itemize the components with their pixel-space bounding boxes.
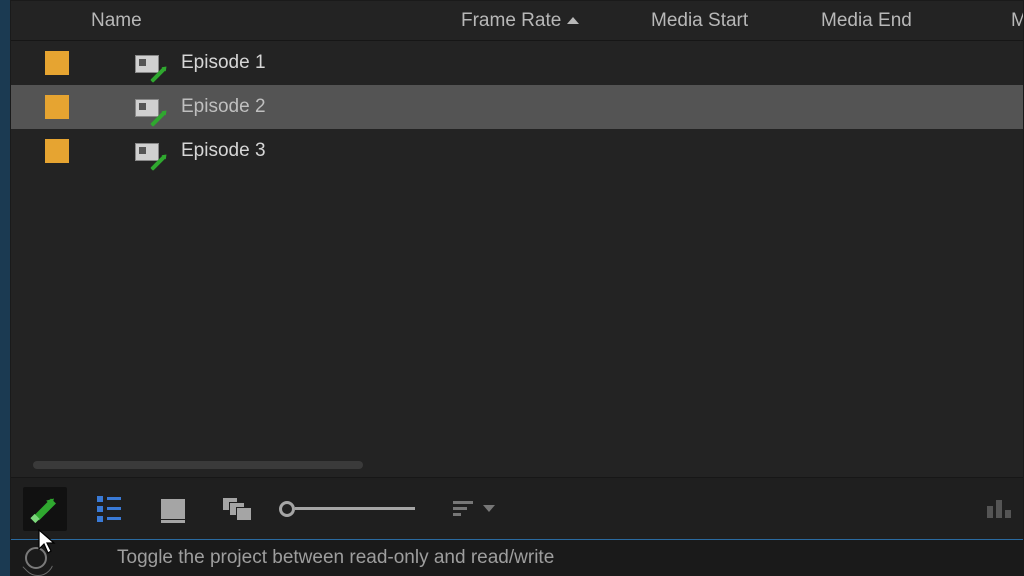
row-name-text: Episode 1 [181,52,266,74]
column-header-name-label: Name [91,10,142,31]
column-header-media-start-label: Media Start [651,10,748,31]
column-header-framerate[interactable]: Frame Rate [451,10,641,32]
column-header-media-end[interactable]: Media End [811,10,1001,32]
project-row[interactable]: Episode 3 [11,129,1023,173]
sort-menu-button[interactable] [435,501,495,516]
column-header-media-end-label: Media End [821,10,912,31]
row-name-text: Episode 3 [181,140,266,162]
column-header-next-label: Me [1011,10,1023,31]
sort-icon [453,501,473,516]
row-label-color [11,139,81,163]
row-name-cell: Episode 2 [81,96,451,118]
status-bar: Toggle the project between read-only and… [11,539,1023,575]
chevron-down-icon [483,505,495,512]
row-name-cell: Episode 1 [81,52,451,74]
toggle-read-write-button[interactable] [23,487,67,531]
label-swatch-icon [45,51,69,75]
project-row[interactable]: Episode 2 [11,85,1023,129]
project-row[interactable]: Episode 1 [11,41,1023,85]
sequence-icon [135,140,163,162]
status-tooltip-text: Toggle the project between read-only and… [117,547,554,569]
row-name-cell: Episode 3 [81,140,451,162]
list-view-button[interactable] [87,487,131,531]
row-label-color [11,95,81,119]
creative-cloud-icon[interactable] [25,547,47,569]
project-toolbar [11,477,1023,539]
column-header-name[interactable]: Name [81,10,451,32]
pencil-icon [30,494,60,524]
thumbnail-zoom-slider[interactable] [279,501,415,517]
zoom-knob-icon [279,501,295,517]
sort-ascending-icon [567,17,579,24]
zoom-track [295,507,415,510]
project-rows: Episode 1 Episode 2 Episode 3 [11,41,1023,455]
label-swatch-icon [45,139,69,163]
row-name-text: Episode 2 [181,96,266,118]
sequence-icon [135,96,163,118]
freeform-view-icon [222,497,252,521]
horizontal-scroll-thumb[interactable] [33,461,363,469]
label-swatch-icon [45,95,69,119]
panel-left-accent [0,0,10,576]
column-header-next[interactable]: Me [1001,10,1023,32]
column-header-row: Name Frame Rate Media Start Media End Me [11,1,1023,41]
column-header-framerate-label: Frame Rate [461,10,561,32]
horizontal-scrollbar[interactable] [33,461,1023,469]
column-header-media-start[interactable]: Media Start [641,10,811,32]
row-label-color [11,51,81,75]
icon-view-icon [161,499,185,519]
automate-to-sequence-button[interactable] [987,500,1011,518]
freeform-view-button[interactable] [215,487,259,531]
icon-view-button[interactable] [151,487,195,531]
sequence-icon [135,52,163,74]
project-panel: Name Frame Rate Media Start Media End Me… [10,0,1024,576]
list-view-icon [97,496,121,522]
